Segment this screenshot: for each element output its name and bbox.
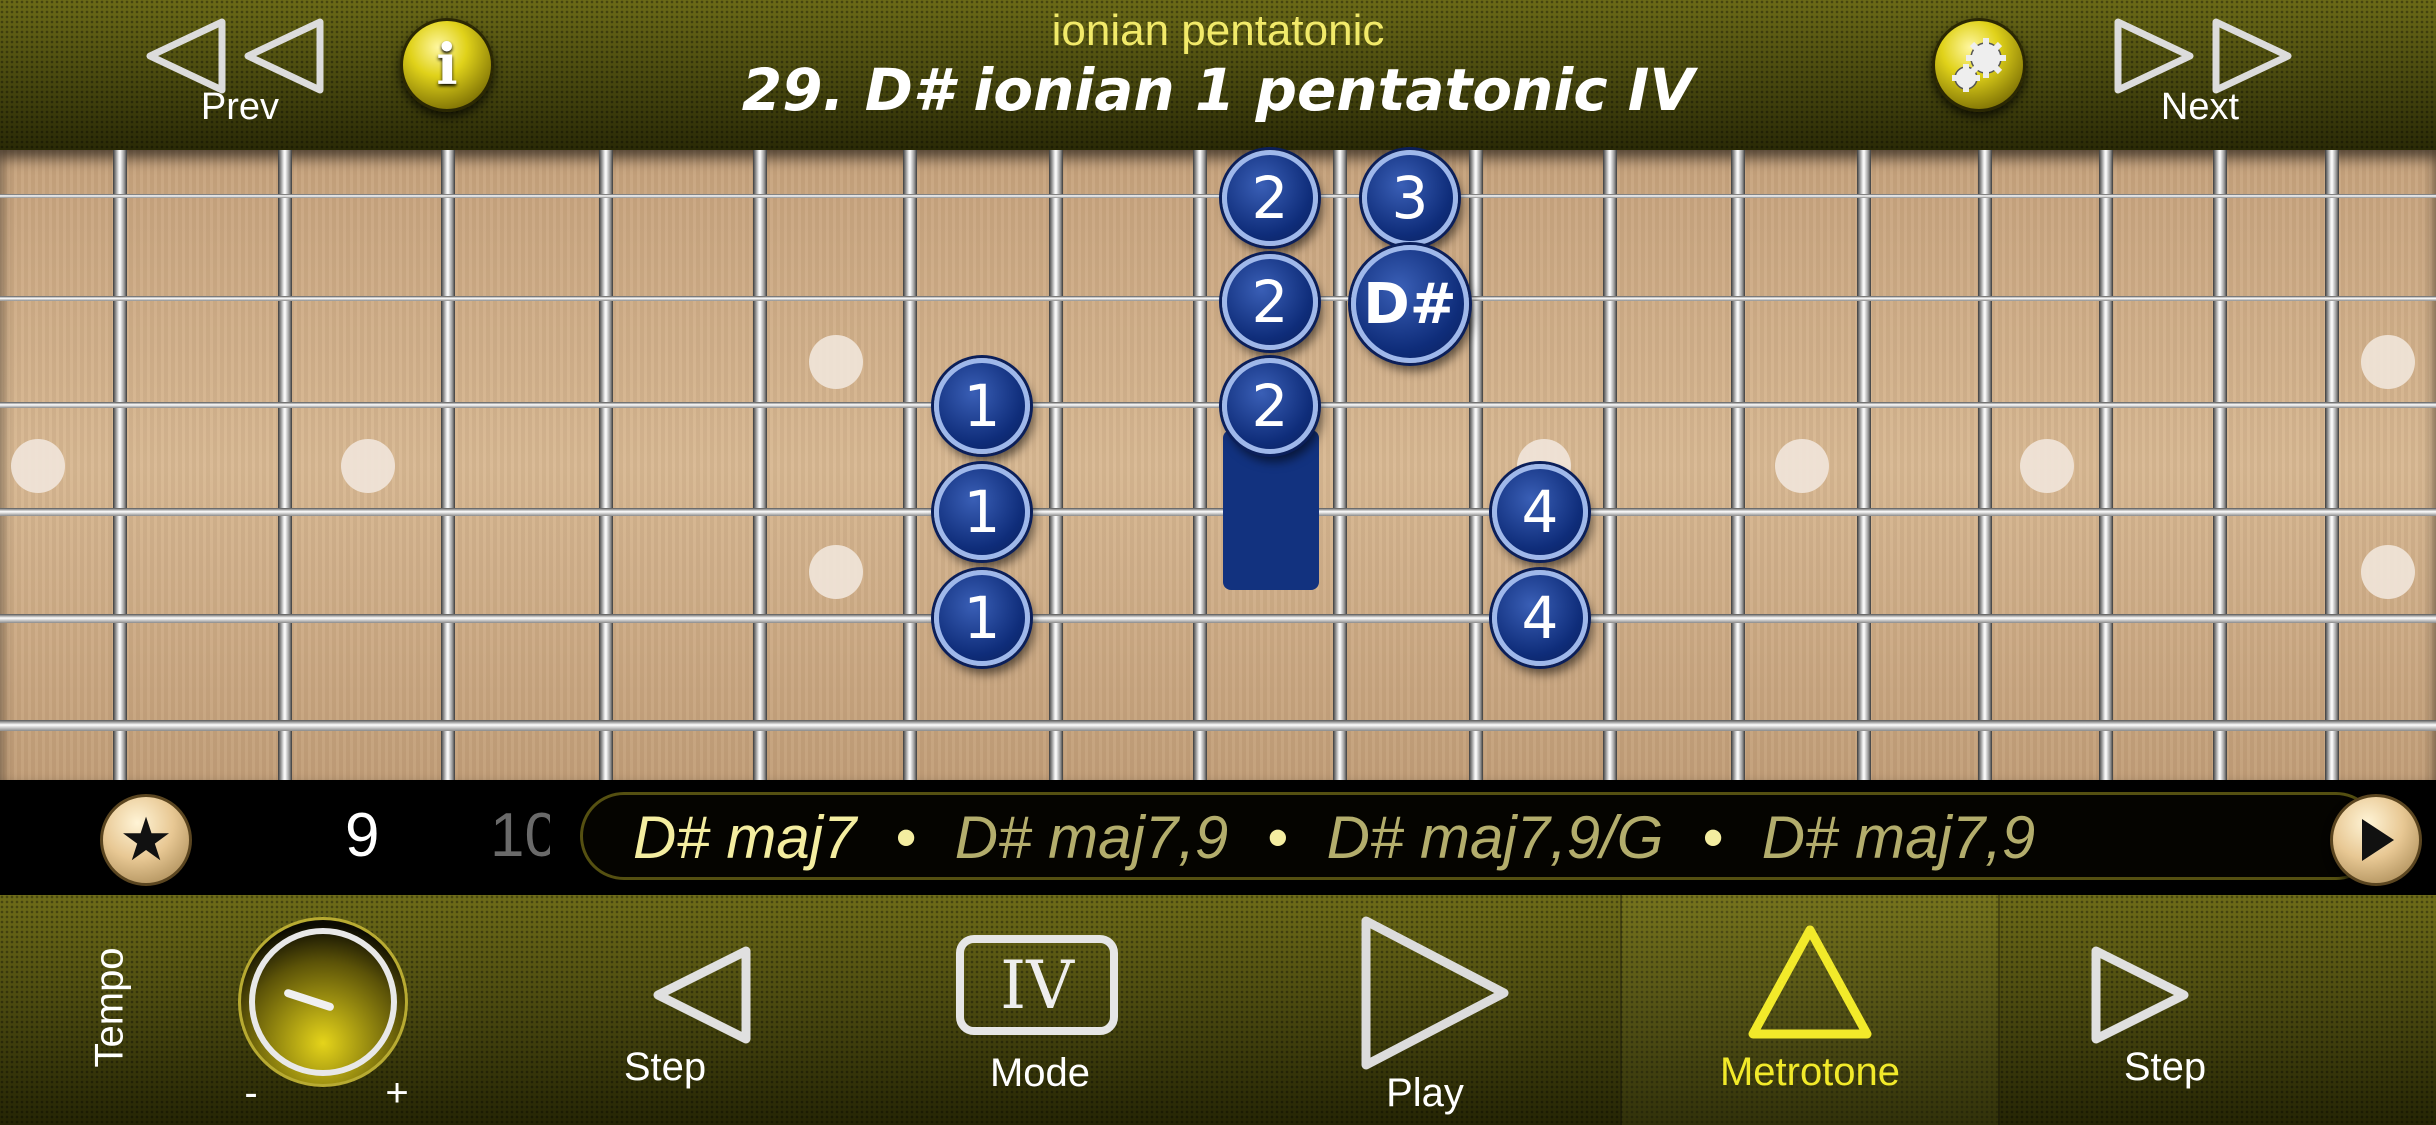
- metronome-triangle-icon: [1748, 925, 1872, 1039]
- fret-inlay: [809, 545, 863, 599]
- favorite-button[interactable]: ★: [100, 794, 192, 886]
- fret-wire: [2213, 150, 2227, 780]
- root-note[interactable]: D#: [1351, 245, 1469, 363]
- scale-note[interactable]: 1: [934, 570, 1030, 666]
- fret-inlay: [2361, 545, 2415, 599]
- star-icon: ★: [119, 805, 173, 875]
- scale-note[interactable]: 2: [1222, 150, 1318, 246]
- step-forward-button[interactable]: Step: [2070, 925, 2250, 1115]
- chord-separator: •: [1702, 804, 1724, 871]
- chord-play-button[interactable]: [2330, 794, 2422, 886]
- fret-wire: [1333, 150, 1347, 780]
- app-root: Prev i ionian pentatonic 29. D# ionian 1…: [0, 0, 2436, 1125]
- fret-number-next: 10: [490, 801, 550, 870]
- metrotone-button[interactable]: Metrotone: [1660, 920, 1960, 1120]
- tempo-label: Tempo: [87, 947, 132, 1068]
- chord-item[interactable]: D# maj7,9: [955, 804, 1228, 871]
- fret-wire: [1978, 150, 1992, 780]
- tempo-knob-face: [249, 928, 397, 1076]
- fret-wire: [599, 150, 613, 780]
- play-button[interactable]: Play: [1340, 905, 1520, 1120]
- metrotone-label: Metrotone: [1719, 1050, 1901, 1094]
- chord-item[interactable]: D# maj7,9/G: [1327, 804, 1664, 871]
- guitar-string: [0, 720, 2436, 731]
- next-label: Next: [2160, 86, 2240, 128]
- scale-note[interactable]: 2: [1222, 358, 1318, 454]
- fast-forward-icon: [2114, 18, 2292, 94]
- fret-wire: [1049, 150, 1063, 780]
- gear-icon: [1952, 38, 2006, 92]
- chord-item-active[interactable]: D# maj7: [633, 804, 856, 871]
- fret-wire: [1857, 150, 1871, 780]
- fret-wire: [753, 150, 767, 780]
- fret-wire: [903, 150, 917, 780]
- guitar-string: [0, 508, 2436, 516]
- mode-button[interactable]: IV Mode: [940, 935, 1140, 1115]
- fret-wire: [1603, 150, 1617, 780]
- tempo-knob-indicator: [283, 988, 335, 1012]
- guitar-string: [0, 402, 2436, 408]
- page-title: 29. D# ionian 1 pentatonic IV: [741, 56, 1695, 124]
- barre-bar: [1223, 430, 1319, 590]
- header: Prev i ionian pentatonic 29. D# ionian 1…: [0, 0, 2436, 150]
- fret-wire: [1731, 150, 1745, 780]
- control-bar: Tempo - + Step IV Mode Play Metrotone St…: [0, 895, 2436, 1125]
- fret-wire: [441, 150, 455, 780]
- play-icon: [1361, 916, 1509, 1070]
- fret-wire: [1469, 150, 1483, 780]
- scale-note[interactable]: 1: [934, 358, 1030, 454]
- scale-note[interactable]: 3: [1362, 150, 1458, 246]
- fret-wire: [2099, 150, 2113, 780]
- next-button[interactable]: Next: [2090, 8, 2310, 128]
- fret-inlay: [2020, 439, 2074, 493]
- scale-note[interactable]: 4: [1492, 570, 1588, 666]
- fret-wire: [278, 150, 292, 780]
- guitar-string: [0, 296, 2436, 301]
- scale-note[interactable]: 1: [934, 464, 1030, 560]
- mode-value-box: IV: [956, 935, 1118, 1035]
- fret-inlay: [1775, 439, 1829, 493]
- fret-wire: [113, 150, 127, 780]
- chord-item[interactable]: D# maj7,9: [1762, 804, 2035, 871]
- scale-note[interactable]: 4: [1492, 464, 1588, 560]
- tempo-minus: -: [244, 1071, 258, 1115]
- fret-inlay: [11, 439, 65, 493]
- scale-subtitle: ionian pentatonic: [1051, 6, 1385, 55]
- tempo-plus: +: [385, 1071, 409, 1115]
- tempo-knob[interactable]: [238, 917, 408, 1087]
- scale-note[interactable]: 2: [1222, 254, 1318, 350]
- chord-list[interactable]: D# maj7 • D# maj7,9 • D# maj7,9/G • D# m…: [580, 792, 2380, 880]
- guitar-string: [0, 194, 2436, 198]
- fret-number-current: 9: [345, 801, 380, 870]
- fret-wire: [2325, 150, 2339, 780]
- play-label: Play: [1386, 1071, 1464, 1115]
- settings-button[interactable]: [1932, 18, 2026, 112]
- step-forward-label: Step: [2123, 1045, 2207, 1089]
- step-back-button[interactable]: Step: [600, 925, 760, 1115]
- fretboard[interactable]: 2 3 2 D# 1 2 1 4 1 4: [0, 150, 2436, 780]
- fret-inlay: [809, 335, 863, 389]
- fret-inlay: [341, 439, 395, 493]
- step-back-label: Step: [623, 1045, 707, 1089]
- fret-wire: [1193, 150, 1207, 780]
- mode-value: IV: [1000, 946, 1074, 1024]
- mode-label: Mode: [989, 1051, 1091, 1095]
- fret-inlay: [2361, 335, 2415, 389]
- step-forward-icon: [2091, 946, 2189, 1044]
- chord-strip: 8 9 10 ★ D# maj7 • D# maj7,9 • D# maj7,9…: [0, 780, 2436, 895]
- guitar-string: [0, 614, 2436, 623]
- chord-separator: •: [895, 804, 917, 871]
- play-icon: [2362, 819, 2394, 861]
- chord-separator: •: [1266, 804, 1288, 871]
- step-back-icon: [653, 946, 751, 1044]
